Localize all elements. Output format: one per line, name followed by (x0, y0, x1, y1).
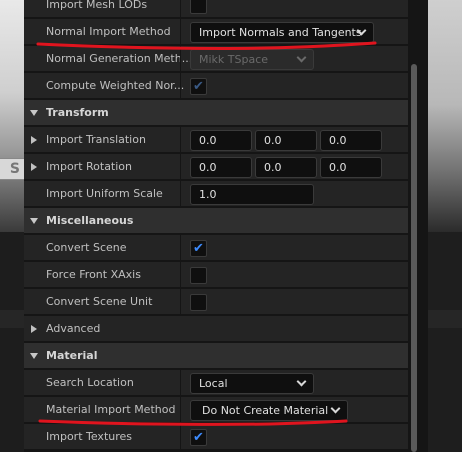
miscellaneous-header: Miscellaneous (46, 214, 134, 227)
import-translation-y[interactable]: 0.0 (255, 130, 317, 151)
check-icon: ✔ (193, 241, 204, 256)
material-import-method-dropdown[interactable]: Do Not Create Material (190, 400, 348, 421)
row-normal-import-method: Normal Import Method Import Normals and … (24, 19, 408, 45)
collapse-arrow-icon (30, 353, 38, 359)
import-rotation-x[interactable]: 0.0 (190, 157, 252, 178)
convert-scene-checkbox[interactable]: ✔ (190, 240, 207, 257)
advanced-label: Advanced (46, 322, 101, 335)
check-icon: ✔ (193, 430, 204, 445)
import-textures-checkbox[interactable]: ✔ (190, 429, 207, 446)
force-front-xaxis-checkbox[interactable] (190, 267, 207, 284)
material-import-method-value: Do Not Create Material (202, 404, 329, 417)
import-rotation-z[interactable]: 0.0 (320, 157, 382, 178)
import-rotation-y[interactable]: 0.0 (255, 157, 317, 178)
chevron-down-icon (296, 376, 307, 387)
expand-arrow-icon[interactable] (31, 136, 37, 144)
viewport-right-bar (428, 310, 462, 328)
row-convert-scene-unit: Convert Scene Unit (24, 289, 408, 315)
viewport-left-fragment (0, 0, 24, 232)
viewport-left-text: S (0, 158, 24, 180)
force-front-xaxis-label: Force Front XAxis (46, 268, 141, 281)
convert-scene-unit-label: Convert Scene Unit (46, 295, 153, 308)
normal-generation-method-dropdown[interactable]: Mikk TSpace (190, 49, 314, 70)
import-translation-z[interactable]: 0.0 (320, 130, 382, 151)
expand-arrow-icon[interactable] (31, 163, 37, 171)
collapse-arrow-icon (30, 218, 38, 224)
transform-header: Transform (46, 106, 109, 119)
row-import-rotation: Import Rotation 0.0 0.0 0.0 (24, 154, 408, 180)
normal-generation-method-label: Normal Generation Meth... (46, 52, 193, 65)
import-textures-label: Import Textures (46, 430, 133, 443)
import-mesh-lods-label: Import Mesh LODs (46, 0, 148, 11)
row-import-textures: Import Textures ✔ (24, 424, 408, 450)
chevron-down-icon (330, 403, 341, 414)
search-location-label: Search Location (46, 376, 134, 389)
collapse-arrow-icon (30, 110, 38, 116)
normal-generation-method-value: Mikk TSpace (199, 53, 269, 66)
viewport-right-fragment (428, 0, 462, 232)
row-advanced[interactable]: Advanced (24, 316, 408, 342)
section-material[interactable]: Material (24, 343, 408, 369)
row-compute-weighted-normals: Compute Weighted Nor... ✔ (24, 73, 408, 99)
row-force-front-xaxis: Force Front XAxis (24, 262, 408, 288)
viewport-left-dark (0, 232, 24, 452)
import-uniform-scale-field[interactable]: 1.0 (190, 184, 314, 205)
import-uniform-scale-label: Import Uniform Scale (46, 187, 163, 200)
normal-import-method-dropdown[interactable]: Import Normals and Tangents (190, 22, 374, 43)
material-header: Material (46, 349, 98, 362)
row-import-translation: Import Translation 0.0 0.0 0.0 (24, 127, 408, 153)
expand-arrow-icon[interactable] (31, 325, 37, 333)
convert-scene-label: Convert Scene (46, 241, 127, 254)
chevron-down-icon (296, 52, 307, 63)
scrollbar-thumb[interactable] (411, 64, 417, 452)
row-search-location: Search Location Local (24, 370, 408, 396)
material-import-method-label: Material Import Method (46, 403, 176, 416)
import-mesh-lods-checkbox[interactable] (190, 0, 207, 14)
section-miscellaneous[interactable]: Miscellaneous (24, 208, 408, 234)
row-convert-scene: Convert Scene ✔ (24, 235, 408, 261)
row-normal-generation-method: Normal Generation Meth... Mikk TSpace (24, 46, 408, 72)
row-import-mesh-lods: Import Mesh LODs (24, 0, 408, 18)
check-icon: ✔ (193, 79, 204, 94)
row-import-uniform-scale: Import Uniform Scale 1.0 (24, 181, 408, 207)
import-translation-label: Import Translation (46, 133, 146, 146)
normal-import-method-value: Import Normals and Tangents (199, 26, 362, 39)
search-location-value: Local (199, 377, 228, 390)
search-location-dropdown[interactable]: Local (190, 373, 314, 394)
import-translation-x[interactable]: 0.0 (190, 130, 252, 151)
compute-weighted-normals-checkbox[interactable]: ✔ (190, 78, 207, 95)
section-transform[interactable]: Transform (24, 100, 408, 126)
viewport-left-bar (0, 310, 24, 328)
viewport-right-dark (428, 232, 462, 452)
import-rotation-label: Import Rotation (46, 160, 133, 173)
normal-import-method-label: Normal Import Method (46, 25, 171, 38)
compute-weighted-normals-label: Compute Weighted Nor... (46, 79, 185, 92)
row-material-import-method: Material Import Method Do Not Create Mat… (24, 397, 408, 423)
convert-scene-unit-checkbox[interactable] (190, 294, 207, 311)
